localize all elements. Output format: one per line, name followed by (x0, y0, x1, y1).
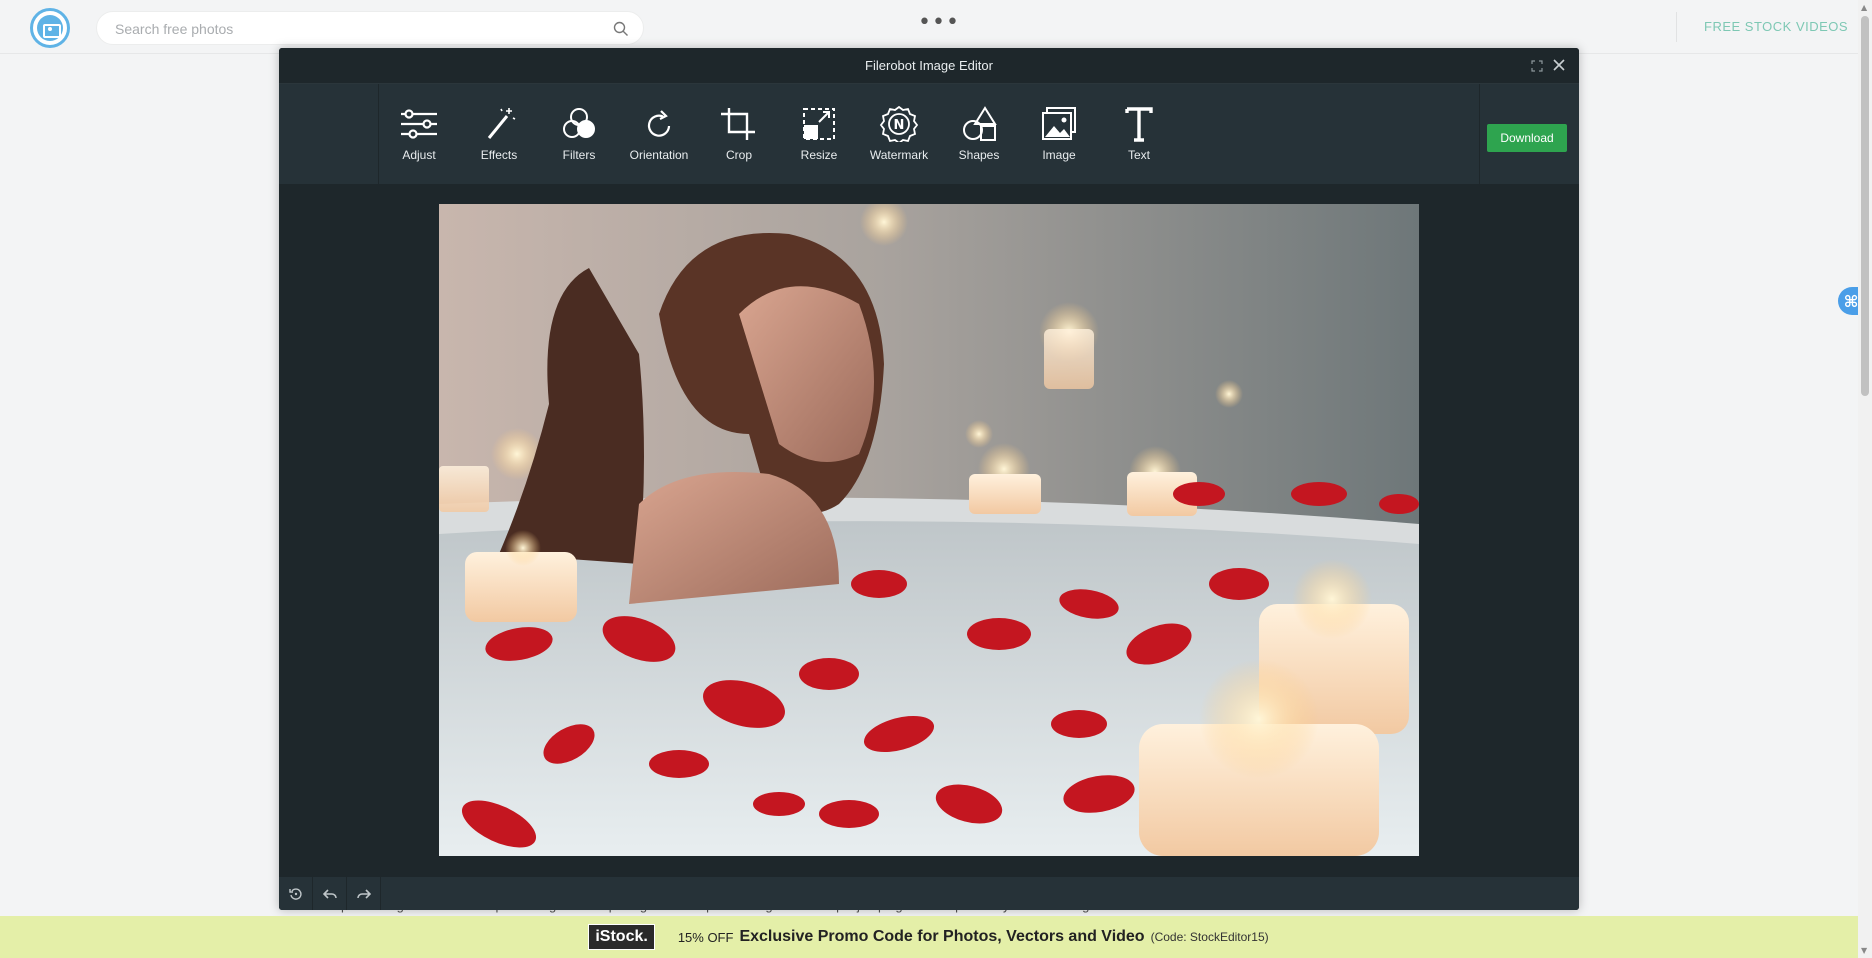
redo-button[interactable] (347, 877, 381, 910)
site-header: ••• FREE STOCK VIDEOS (0, 0, 1858, 54)
tool-watermark[interactable]: N Watermark (859, 102, 939, 172)
search-icon[interactable] (613, 21, 629, 37)
tool-filters[interactable]: Filters (539, 102, 619, 172)
free-stock-videos-link[interactable]: FREE STOCK VIDEOS (1704, 19, 1848, 34)
redo-icon (356, 889, 371, 899)
image-editor-modal: Filerobot Image Editor Adjust Effects Fi… (279, 48, 1579, 910)
sliders-icon (401, 109, 437, 139)
tool-label: Filters (562, 148, 596, 162)
scroll-thumb[interactable] (1861, 16, 1869, 396)
magic-wand-icon (487, 108, 516, 139)
tool-label: Image (1042, 148, 1076, 162)
tool-adjust[interactable]: Adjust (379, 102, 459, 172)
image-icon (1042, 107, 1076, 140)
text-icon (1125, 107, 1153, 142)
close-icon[interactable] (1551, 57, 1567, 73)
editor-titlebar: Filerobot Image Editor (279, 48, 1579, 84)
editor-bottom-bar (279, 876, 1579, 910)
promo-code: (Code: StockEditor15) (1150, 930, 1269, 944)
edited-photo[interactable] (439, 204, 1419, 856)
istock-logo: iStock. (588, 924, 655, 950)
reset-icon (288, 888, 302, 900)
tool-shapes[interactable]: Shapes (939, 102, 1019, 172)
download-button[interactable]: Download (1487, 124, 1567, 152)
reset-button[interactable] (279, 877, 313, 910)
scroll-down-icon[interactable]: ▼ (1861, 946, 1867, 955)
header-divider (1676, 12, 1677, 42)
rotate-icon (647, 110, 671, 137)
site-logo-camera-icon[interactable] (30, 8, 70, 48)
watermark-icon: N (879, 106, 919, 142)
tool-label: Watermark (869, 148, 929, 162)
undo-icon (322, 889, 337, 899)
undo-button[interactable] (313, 877, 347, 910)
tool-label: Resize (800, 148, 838, 162)
tool-text[interactable]: Text (1099, 102, 1179, 172)
tool-orientation[interactable]: Orientation (619, 102, 699, 172)
tool-label: Orientation (629, 148, 689, 162)
fullscreen-icon[interactable] (1531, 60, 1543, 72)
shapes-icon (963, 106, 997, 141)
editor-canvas-area (279, 184, 1579, 876)
tool-label: Crop (725, 148, 752, 162)
resize-icon (803, 108, 835, 140)
page-scrollbar[interactable]: ▲ ▼ (1858, 0, 1872, 958)
tool-crop[interactable]: Crop (699, 102, 779, 172)
promo-headline: Exclusive Promo Code for Photos, Vectors… (739, 928, 1145, 945)
filters-icon (563, 108, 595, 138)
tool-label: Shapes (958, 148, 1000, 162)
crop-icon (721, 108, 755, 140)
tool-effects[interactable]: Effects (459, 102, 539, 172)
editor-toolbar: Adjust Effects Filters Orientation Crop … (279, 84, 1579, 184)
tool-image[interactable]: Image (1019, 102, 1099, 172)
tool-label: Effects (480, 148, 518, 162)
more-menu-icon[interactable]: ••• (918, 12, 960, 34)
search-bar[interactable] (96, 11, 644, 45)
tool-resize[interactable]: Resize (779, 102, 859, 172)
bath-photo-illustration (439, 204, 1419, 856)
promo-banner[interactable]: iStock. 15% OFF Exclusive Promo Code for… (0, 916, 1858, 958)
tool-label: Text (1127, 148, 1150, 162)
scroll-up-icon[interactable]: ▲ (1861, 3, 1867, 12)
tool-label: Adjust (402, 148, 436, 162)
toolbar-left-panel (279, 84, 379, 184)
editor-title: Filerobot Image Editor (865, 58, 993, 73)
search-input[interactable] (115, 19, 595, 39)
svg-text:N: N (894, 118, 905, 133)
promo-discount: 15% OFF (677, 929, 734, 945)
